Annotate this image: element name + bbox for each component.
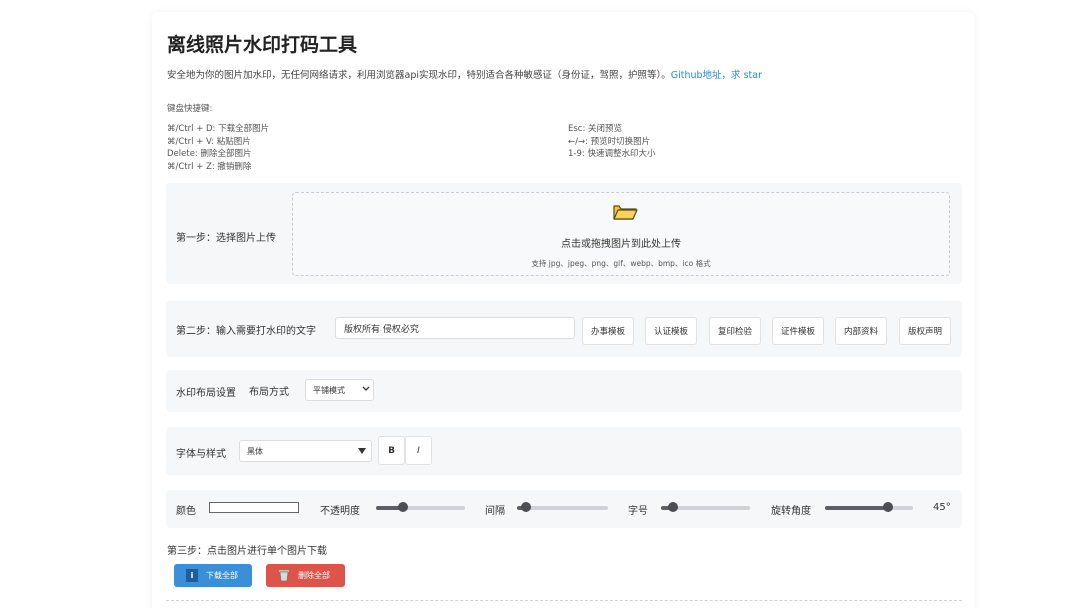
font-family-select[interactable]: 黑体 (239, 440, 372, 462)
chevron-down-icon (362, 386, 370, 391)
spacing-label: 间隔 (485, 506, 505, 517)
color-label: 颜色 (176, 506, 196, 517)
font-size-slider[interactable] (661, 502, 750, 514)
template-button[interactable]: 复印检验 (709, 317, 761, 345)
page-description: 安全地为你的图片加水印，无任何网络请求，利用浏览器api实现水印，特别适合各种敏… (167, 67, 762, 81)
delete-all-button[interactable]: 删除全部 (266, 564, 345, 587)
description-text: 安全地为你的图片加水印，无任何网络请求，利用浏览器api实现水印，特别适合各种敏… (167, 70, 671, 81)
slider-thumb[interactable] (883, 502, 894, 512)
shortcut-item: 1-9: 快速调整水印大小 (568, 149, 656, 159)
shortcut-item: Esc: 关闭预览 (568, 124, 623, 134)
template-button[interactable]: 内部资料 (835, 317, 887, 345)
watermark-text-input[interactable] (335, 317, 575, 339)
step3-label: 第三步：点击图片进行单个图片下载 (167, 546, 327, 557)
shortcut-item: ←/→: 预览时切换图片 (568, 136, 651, 147)
preview-area (166, 600, 962, 608)
triangle-down-icon (358, 448, 366, 454)
opacity-label: 不透明度 (320, 506, 360, 517)
slider-thumb[interactable] (397, 502, 408, 512)
layout-mode-label: 布局方式 (249, 387, 289, 398)
layout-mode-value: 平铺模式 (313, 385, 345, 395)
step2-label: 第二步：输入需要打水印的文字 (176, 326, 316, 337)
color-picker[interactable] (209, 502, 299, 513)
layout-label: 水印布局设置 (176, 388, 236, 399)
trash-icon (279, 570, 289, 582)
step1-label: 第一步：选择图片上传 (176, 233, 276, 244)
download-all-label: 下载全部 (206, 571, 238, 580)
font-family-value: 黑体 (247, 446, 263, 456)
shortcut-item: ⌘/Ctrl + D: 下载全部图片 (167, 124, 270, 134)
shortcut-item: ⌘/Ctrl + Z: 撤销删除 (167, 161, 252, 172)
bold-button[interactable]: B (378, 436, 405, 465)
template-button[interactable]: 办事模板 (582, 317, 634, 345)
download-all-button[interactable]: i 下载全部 (174, 564, 252, 587)
spacing-slider[interactable] (517, 502, 608, 514)
rotation-slider[interactable] (825, 502, 913, 514)
template-button[interactable]: 认证模板 (645, 317, 697, 345)
slider-fill (825, 506, 889, 510)
font-label: 字体与样式 (176, 449, 226, 460)
rotation-value: 45° (933, 502, 951, 513)
folder-icon (613, 205, 638, 220)
italic-button[interactable]: I (405, 436, 432, 465)
upload-dropzone[interactable]: 点击或拖拽图片到此处上传 支持 jpg、jpeg、png、gif、webp、bm… (292, 192, 950, 276)
font-size-label: 字号 (628, 506, 648, 517)
slider-thumb[interactable] (667, 502, 678, 512)
github-link[interactable]: Github地址，求 star (671, 70, 762, 81)
shortcuts-right: Esc: 关闭预览 ←/→: 预览时切换图片 1-9: 快速调整水印大小 (568, 123, 655, 161)
shortcuts-left: ⌘/Ctrl + D: 下载全部图片 ⌘/Ctrl + V: 粘贴图片 Dele… (167, 123, 269, 173)
shortcut-item: ⌘/Ctrl + V: 粘贴图片 (167, 136, 251, 147)
shortcut-item: Delete: 删除全部图片 (167, 149, 252, 159)
shortcuts-title: 键盘快捷键: (167, 104, 213, 114)
slider-thumb[interactable] (521, 502, 532, 512)
rotation-label: 旋转角度 (771, 506, 811, 517)
upload-hint: 支持 jpg、jpeg、png、gif、webp、bmp、ico 格式 (531, 259, 711, 268)
delete-all-label: 删除全部 (298, 571, 330, 580)
template-button[interactable]: 版权声明 (899, 317, 951, 345)
upload-text: 点击或拖拽图片到此处上传 (561, 239, 681, 250)
opacity-slider[interactable] (376, 502, 465, 514)
page-title: 离线照片水印打码工具 (167, 34, 358, 56)
template-button[interactable]: 证件模板 (772, 317, 824, 345)
info-icon: i (186, 569, 198, 582)
